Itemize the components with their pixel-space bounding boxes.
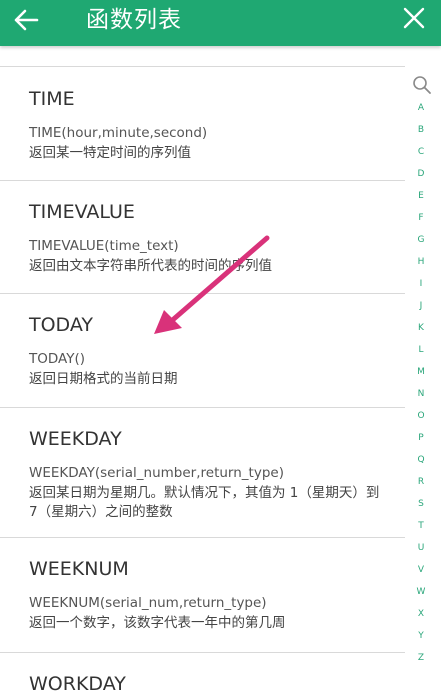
index-letter-u[interactable]: U — [406, 542, 436, 554]
index-letter-h[interactable]: H — [406, 256, 436, 268]
index-letter-b[interactable]: B — [406, 124, 436, 136]
index-letter-w[interactable]: W — [406, 586, 436, 598]
index-letter-i[interactable]: I — [406, 278, 436, 290]
index-letter-n[interactable]: N — [406, 388, 436, 400]
index-letter-t[interactable]: T — [406, 520, 436, 532]
function-syntax: WEEKNUM(serial_num,return_type) — [29, 595, 267, 611]
index-letter-p[interactable]: P — [406, 432, 436, 444]
index-letter-k[interactable]: K — [406, 322, 436, 334]
index-letter-d[interactable]: D — [406, 168, 436, 180]
function-name: TIME — [29, 88, 75, 110]
list-item[interactable]: TODAY TODAY() 返回日期格式的当前日期 — [0, 294, 405, 407]
function-description: 返回一个数字，该数字代表一年中的第几周 — [29, 615, 286, 631]
index-letter-f[interactable]: F — [406, 212, 436, 224]
index-letter-y[interactable]: Y — [406, 630, 436, 642]
function-description: 返回某日期为星期几。默认情况下，其值为 1（星期天）到 7（星期六）之间的整数 — [29, 485, 380, 520]
index-letter-r[interactable]: R — [406, 476, 436, 488]
app-header: 函数列表 — [0, 0, 441, 46]
list-item[interactable]: TIME TIME(hour,minute,second) 返回某一特定时间的序… — [0, 67, 405, 180]
index-letter-q[interactable]: Q — [406, 454, 436, 466]
alphabet-index-bar[interactable]: ABCDEFGHIJKLMNOPQRSTUVWXYZ — [406, 72, 436, 691]
function-list: TIME TIME(hour,minute,second) 返回某一特定时间的序… — [0, 66, 405, 695]
function-name: TODAY — [29, 314, 93, 336]
index-letter-l[interactable]: L — [406, 344, 436, 356]
list-item[interactable]: WEEKNUM WEEKNUM(serial_num,return_type) … — [0, 538, 405, 652]
function-syntax: TODAY() — [29, 351, 85, 367]
function-name: WEEKNUM — [29, 558, 129, 580]
page-title: 函数列表 — [86, 7, 182, 33]
function-description: 返回日期格式的当前日期 — [29, 371, 178, 387]
index-letter-g[interactable]: G — [406, 234, 436, 246]
list-item[interactable]: WEEKDAY WEEKDAY(serial_number,return_typ… — [0, 408, 405, 537]
back-button[interactable] — [8, 2, 44, 38]
function-syntax: WEEKDAY(serial_number,return_type) — [29, 465, 284, 481]
function-name: TIMEVALUE — [29, 201, 135, 223]
index-letter-v[interactable]: V — [406, 564, 436, 576]
function-name: WORKDAY — [29, 673, 126, 695]
function-syntax: TIME(hour,minute,second) — [29, 125, 208, 141]
arrow-left-icon — [14, 9, 39, 31]
index-letter-o[interactable]: O — [406, 410, 436, 422]
index-letter-j[interactable]: J — [406, 300, 436, 312]
index-letter-z[interactable]: Z — [406, 652, 436, 664]
index-letter-m[interactable]: M — [406, 366, 436, 378]
close-button[interactable] — [399, 2, 429, 34]
close-icon — [403, 7, 425, 29]
index-letter-a[interactable]: A — [406, 102, 436, 114]
function-description: 返回由文本字符串所代表的时间的序列值 — [29, 258, 272, 274]
function-syntax: TIMEVALUE(time_text) — [29, 238, 179, 254]
function-name: WEEKDAY — [29, 428, 122, 450]
function-description: 返回某一特定时间的序列值 — [29, 145, 191, 161]
list-item[interactable]: WORKDAY — [0, 653, 405, 695]
index-letter-e[interactable]: E — [406, 190, 436, 202]
index-letter-s[interactable]: S — [406, 498, 436, 510]
index-letter-c[interactable]: C — [406, 146, 436, 158]
index-letter-x[interactable]: X — [406, 608, 436, 620]
list-item[interactable]: TIMEVALUE TIMEVALUE(time_text) 返回由文本字符串所… — [0, 181, 405, 293]
